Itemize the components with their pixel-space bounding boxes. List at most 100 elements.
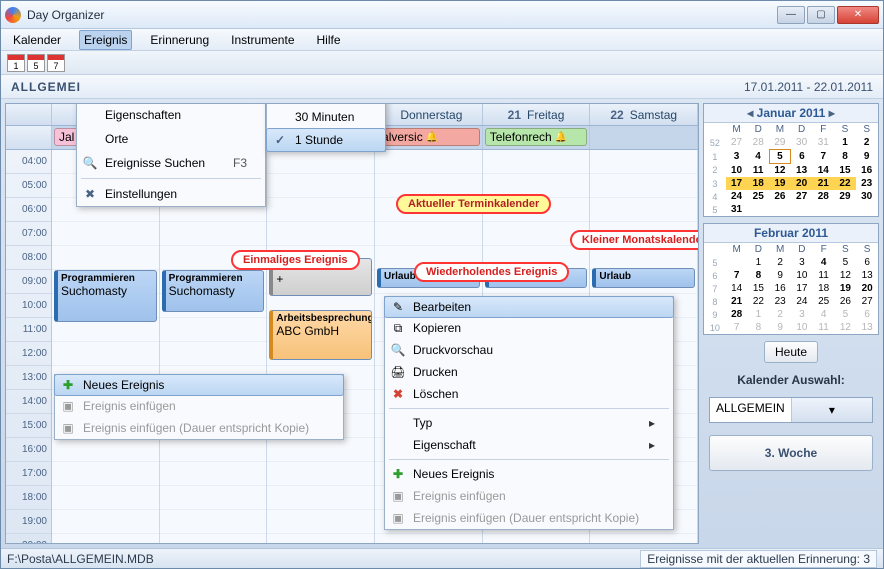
mini-cal-day[interactable]: 5 bbox=[769, 150, 791, 164]
week-button[interactable]: 3. Woche bbox=[709, 435, 873, 471]
mini-cal-day[interactable] bbox=[769, 203, 791, 216]
mini-cal-day[interactable]: 8 bbox=[748, 269, 770, 282]
mini-cal-day[interactable]: 14 bbox=[812, 164, 834, 178]
mini-cal-title[interactable]: Januar 2011 bbox=[704, 104, 878, 123]
ctx-type[interactable]: Typ▸ bbox=[385, 412, 673, 434]
ctx-new-event[interactable]: ✚Neues Ereignis bbox=[54, 374, 344, 396]
mini-cal-day[interactable]: 9 bbox=[769, 321, 791, 334]
ctx-paste-event[interactable]: ▣Ereignis einfügen bbox=[55, 395, 343, 417]
menu-orte[interactable]: Orte bbox=[77, 127, 265, 151]
mini-cal-day[interactable]: 26 bbox=[835, 295, 857, 308]
mini-cal-day[interactable]: 10 bbox=[791, 321, 813, 334]
day-column[interactable]: Zahnarzttermin+ ArbeitsbesprechungABC Gm… bbox=[267, 150, 375, 543]
mini-cal-day[interactable]: 22 bbox=[834, 177, 856, 190]
ctx-copy[interactable]: ⧉Kopieren bbox=[385, 317, 673, 339]
day-column[interactable]: ProgrammierenSuchomasty bbox=[160, 150, 268, 543]
mini-cal-day[interactable]: 27 bbox=[791, 190, 813, 203]
mini-cal-day[interactable]: 10 bbox=[726, 164, 748, 178]
mini-cal-day[interactable]: 20 bbox=[791, 177, 813, 190]
menu-hilfe[interactable]: Hilfe bbox=[313, 31, 345, 49]
mini-cal-day[interactable]: 25 bbox=[747, 190, 769, 203]
close-button[interactable]: ✕ bbox=[837, 6, 879, 24]
mini-cal-day[interactable]: 11 bbox=[813, 321, 835, 334]
mini-cal-day[interactable]: 4 bbox=[747, 150, 769, 164]
today-button[interactable]: Heute bbox=[764, 341, 818, 363]
mini-cal-day[interactable]: 7 bbox=[726, 269, 748, 282]
mini-cal-day[interactable]: 29 bbox=[769, 136, 791, 150]
mini-cal-day[interactable]: 9 bbox=[856, 150, 878, 164]
mini-cal-day[interactable]: 24 bbox=[791, 295, 813, 308]
mini-calendar-jan[interactable]: Januar 2011 MDMDFSS522728293031121345678… bbox=[703, 103, 879, 217]
mini-cal-day[interactable]: 18 bbox=[747, 177, 769, 190]
day-header[interactable]: 22Samstag bbox=[590, 104, 698, 125]
mini-cal-day[interactable]: 4 bbox=[813, 256, 835, 269]
ctx-delete[interactable]: ✖Löschen bbox=[385, 383, 673, 405]
takt-option[interactable]: ✓1 Stunde bbox=[266, 128, 386, 152]
mini-cal-day[interactable] bbox=[812, 203, 834, 216]
mini-cal-day[interactable]: 15 bbox=[834, 164, 856, 178]
mini-cal-day[interactable]: 16 bbox=[769, 282, 791, 295]
mini-cal-day[interactable]: 7 bbox=[726, 321, 748, 334]
mini-cal-day[interactable]: 17 bbox=[726, 177, 748, 190]
event-block[interactable]: ArbeitsbesprechungABC GmbH bbox=[269, 310, 372, 360]
mini-cal-day[interactable] bbox=[834, 203, 856, 216]
mini-cal-day[interactable]: 28 bbox=[726, 308, 748, 321]
mini-cal-day[interactable]: 23 bbox=[769, 295, 791, 308]
view-workweek-button[interactable]: 5 bbox=[27, 54, 45, 72]
menu-ereignis[interactable]: Ereignis bbox=[79, 30, 132, 50]
mini-cal-day[interactable]: 5 bbox=[835, 256, 857, 269]
mini-cal-day[interactable]: 1 bbox=[748, 256, 770, 269]
ctx-new-event[interactable]: ✚Neues Ereignis bbox=[385, 463, 673, 485]
ctx-preview[interactable]: 🔍Druckvorschau bbox=[385, 339, 673, 361]
mini-cal-day[interactable]: 21 bbox=[812, 177, 834, 190]
mini-cal-day[interactable]: 3 bbox=[726, 150, 748, 164]
event-block[interactable]: ProgrammierenSuchomasty bbox=[162, 270, 265, 312]
view-day-button[interactable]: 1 bbox=[7, 54, 25, 72]
ctx-paste-event-duration[interactable]: ▣Ereignis einfügen (Dauer entspricht Kop… bbox=[385, 507, 673, 529]
mini-cal-day[interactable]: 18 bbox=[813, 282, 835, 295]
mini-cal-day[interactable]: 12 bbox=[835, 321, 857, 334]
mini-cal-day[interactable]: 5 bbox=[835, 308, 857, 321]
mini-cal-day[interactable] bbox=[856, 203, 878, 216]
ctx-property[interactable]: Eigenschaft▸ bbox=[385, 434, 673, 456]
mini-cal-day[interactable]: 13 bbox=[791, 164, 813, 178]
mini-cal-day[interactable]: 7 bbox=[812, 150, 834, 164]
mini-cal-day[interactable]: 31 bbox=[812, 136, 834, 150]
menu-kalender[interactable]: Kalender bbox=[9, 31, 65, 49]
mini-cal-day[interactable]: 23 bbox=[856, 177, 878, 190]
mini-cal-day[interactable]: 30 bbox=[791, 136, 813, 150]
mini-cal-day[interactable]: 17 bbox=[791, 282, 813, 295]
mini-cal-day[interactable]: 1 bbox=[748, 308, 770, 321]
mini-cal-day[interactable]: 4 bbox=[813, 308, 835, 321]
mini-cal-day[interactable]: 11 bbox=[813, 269, 835, 282]
mini-cal-day[interactable]: 25 bbox=[813, 295, 835, 308]
ctx-paste-event-duration[interactable]: ▣Ereignis einfügen (Dauer entspricht Kop… bbox=[55, 417, 343, 439]
event-block[interactable]: Urlaub bbox=[592, 268, 695, 288]
day-header[interactable]: Donnerstag bbox=[375, 104, 483, 125]
mini-cal-day[interactable]: 8 bbox=[748, 321, 770, 334]
mini-cal-day[interactable]: 21 bbox=[726, 295, 748, 308]
minimize-button[interactable]: — bbox=[777, 6, 805, 24]
mini-cal-day[interactable]: 14 bbox=[726, 282, 748, 295]
mini-cal-day[interactable]: 9 bbox=[769, 269, 791, 282]
mini-cal-day[interactable]: 3 bbox=[791, 256, 813, 269]
calendar-select[interactable]: ALLGEMEIN▾ bbox=[709, 397, 873, 423]
mini-cal-day[interactable] bbox=[726, 256, 748, 269]
mini-cal-day[interactable]: 27 bbox=[856, 295, 878, 308]
mini-cal-day[interactable]: 1 bbox=[834, 136, 856, 150]
mini-cal-day[interactable]: 22 bbox=[748, 295, 770, 308]
event-block[interactable]: ProgrammierenSuchomasty bbox=[54, 270, 157, 322]
mini-cal-day[interactable]: 6 bbox=[856, 308, 878, 321]
mini-cal-day[interactable]: 19 bbox=[769, 177, 791, 190]
mini-cal-day[interactable]: 2 bbox=[769, 308, 791, 321]
mini-cal-day[interactable]: 28 bbox=[812, 190, 834, 203]
mini-cal-day[interactable] bbox=[791, 203, 813, 216]
allday-event[interactable]: Telefonrech🔔 bbox=[485, 128, 588, 146]
ctx-paste-event[interactable]: ▣Ereignis einfügen bbox=[385, 485, 673, 507]
view-week-button[interactable]: 7 bbox=[47, 54, 65, 72]
mini-cal-day[interactable]: 12 bbox=[769, 164, 791, 178]
ctx-print[interactable]: 🖨Drucken bbox=[385, 361, 673, 383]
menu-eigenschaften[interactable]: Eigenschaften bbox=[77, 103, 265, 127]
mini-cal-day[interactable]: 26 bbox=[769, 190, 791, 203]
mini-cal-day[interactable]: 15 bbox=[748, 282, 770, 295]
